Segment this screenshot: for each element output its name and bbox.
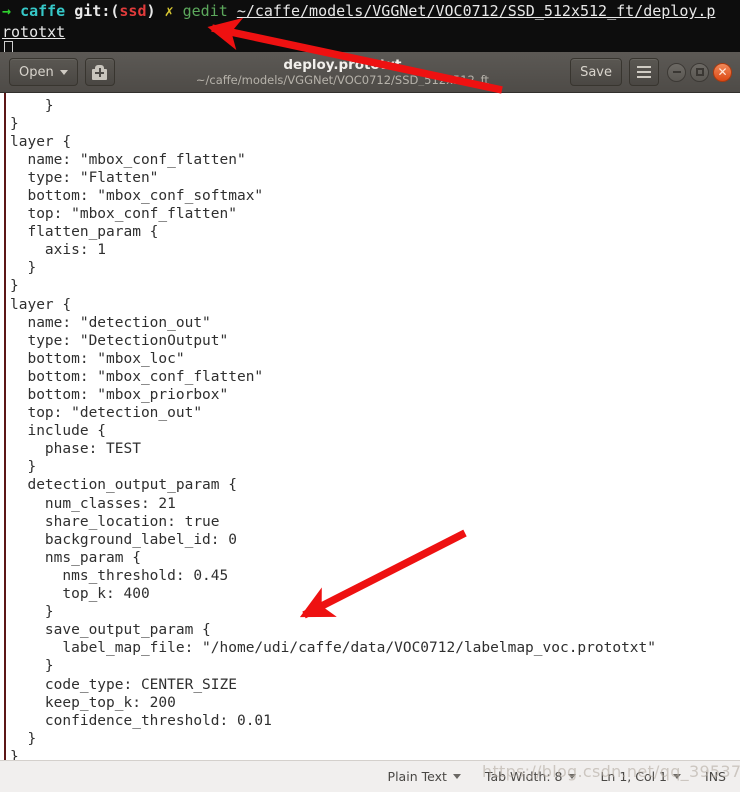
- save-as-icon: [92, 64, 108, 80]
- chevron-down-icon: [59, 69, 68, 75]
- status-bar: Plain Text Tab Width: 8 Ln 1, Col 1 INS: [0, 760, 740, 792]
- page-subtitle-path: ~/caffe/models/VGGNet/VOC0712/SSD_512x51…: [195, 72, 489, 86]
- cursor-position-label: Ln 1, Col 1: [600, 769, 668, 784]
- terminal-command: gedit: [182, 2, 228, 20]
- git-dirty-icon: ✗: [164, 2, 174, 20]
- close-button[interactable]: ✕: [713, 62, 732, 82]
- terminal-prompt-line: → caffe git:(ssd) ✗ gedit ~/caffe/models…: [2, 1, 740, 22]
- terminal-argument-line2: rototxt: [2, 23, 66, 41]
- page-title: deploy.prototxt: [283, 58, 402, 74]
- left-margin-rule: [4, 93, 6, 760]
- terminal-argument-line1: ~/caffe/models/VGGNet/VOC0712/SSD_512x51…: [236, 2, 716, 20]
- maximize-button[interactable]: [690, 62, 709, 82]
- terminal-wrap-line: rototxt: [2, 22, 740, 43]
- chevron-down-icon: [452, 774, 461, 779]
- terminal-window[interactable]: → caffe git:(ssd) ✗ gedit ~/caffe/models…: [0, 0, 740, 52]
- save-button-label: Save: [580, 64, 612, 80]
- terminal-git-label: git:(: [74, 2, 120, 20]
- terminal-cwd: caffe: [20, 2, 66, 20]
- chevron-down-icon: [673, 774, 682, 779]
- language-selector[interactable]: Plain Text: [388, 769, 461, 784]
- text-editor-area[interactable]: } } layer { name: "mbox_conf_flatten" ty…: [0, 93, 740, 760]
- screenshot-root: → caffe git:(ssd) ✗ gedit ~/caffe/models…: [0, 0, 740, 792]
- open-button-label: Open: [19, 64, 54, 80]
- insert-mode-label: INS: [705, 769, 726, 784]
- terminal-git-close: ): [146, 2, 156, 20]
- chevron-down-icon: [568, 774, 577, 779]
- tab-width-label: Tab Width: 8: [484, 769, 563, 784]
- tab-width-selector[interactable]: Tab Width: 8: [485, 769, 577, 784]
- terminal-cursor: [4, 41, 13, 52]
- menu-button[interactable]: [629, 58, 659, 86]
- save-button[interactable]: Save: [570, 58, 622, 86]
- open-button[interactable]: Open: [9, 58, 78, 86]
- window-controls: ✕: [667, 62, 732, 82]
- hamburger-menu-icon: [636, 66, 652, 78]
- gedit-header-bar: Open deploy.prototxt ~/caffe/models/VGGN…: [0, 52, 740, 93]
- save-as-button[interactable]: [84, 58, 115, 86]
- close-icon: ✕: [717, 65, 728, 79]
- cursor-position-selector[interactable]: Ln 1, Col 1: [600, 769, 682, 784]
- language-label: Plain Text: [387, 769, 447, 784]
- minimize-button[interactable]: [667, 62, 686, 82]
- maximize-icon: [695, 68, 704, 76]
- prompt-arrow-icon: →: [2, 2, 12, 20]
- window-title-block: deploy.prototxt ~/caffe/models/VGGNet/VO…: [115, 58, 570, 85]
- editor-content[interactable]: } } layer { name: "mbox_conf_flatten" ty…: [10, 97, 656, 761]
- insert-mode-indicator: INS: [705, 769, 726, 784]
- minimize-icon: [672, 71, 681, 73]
- terminal-git-branch: ssd: [119, 2, 147, 20]
